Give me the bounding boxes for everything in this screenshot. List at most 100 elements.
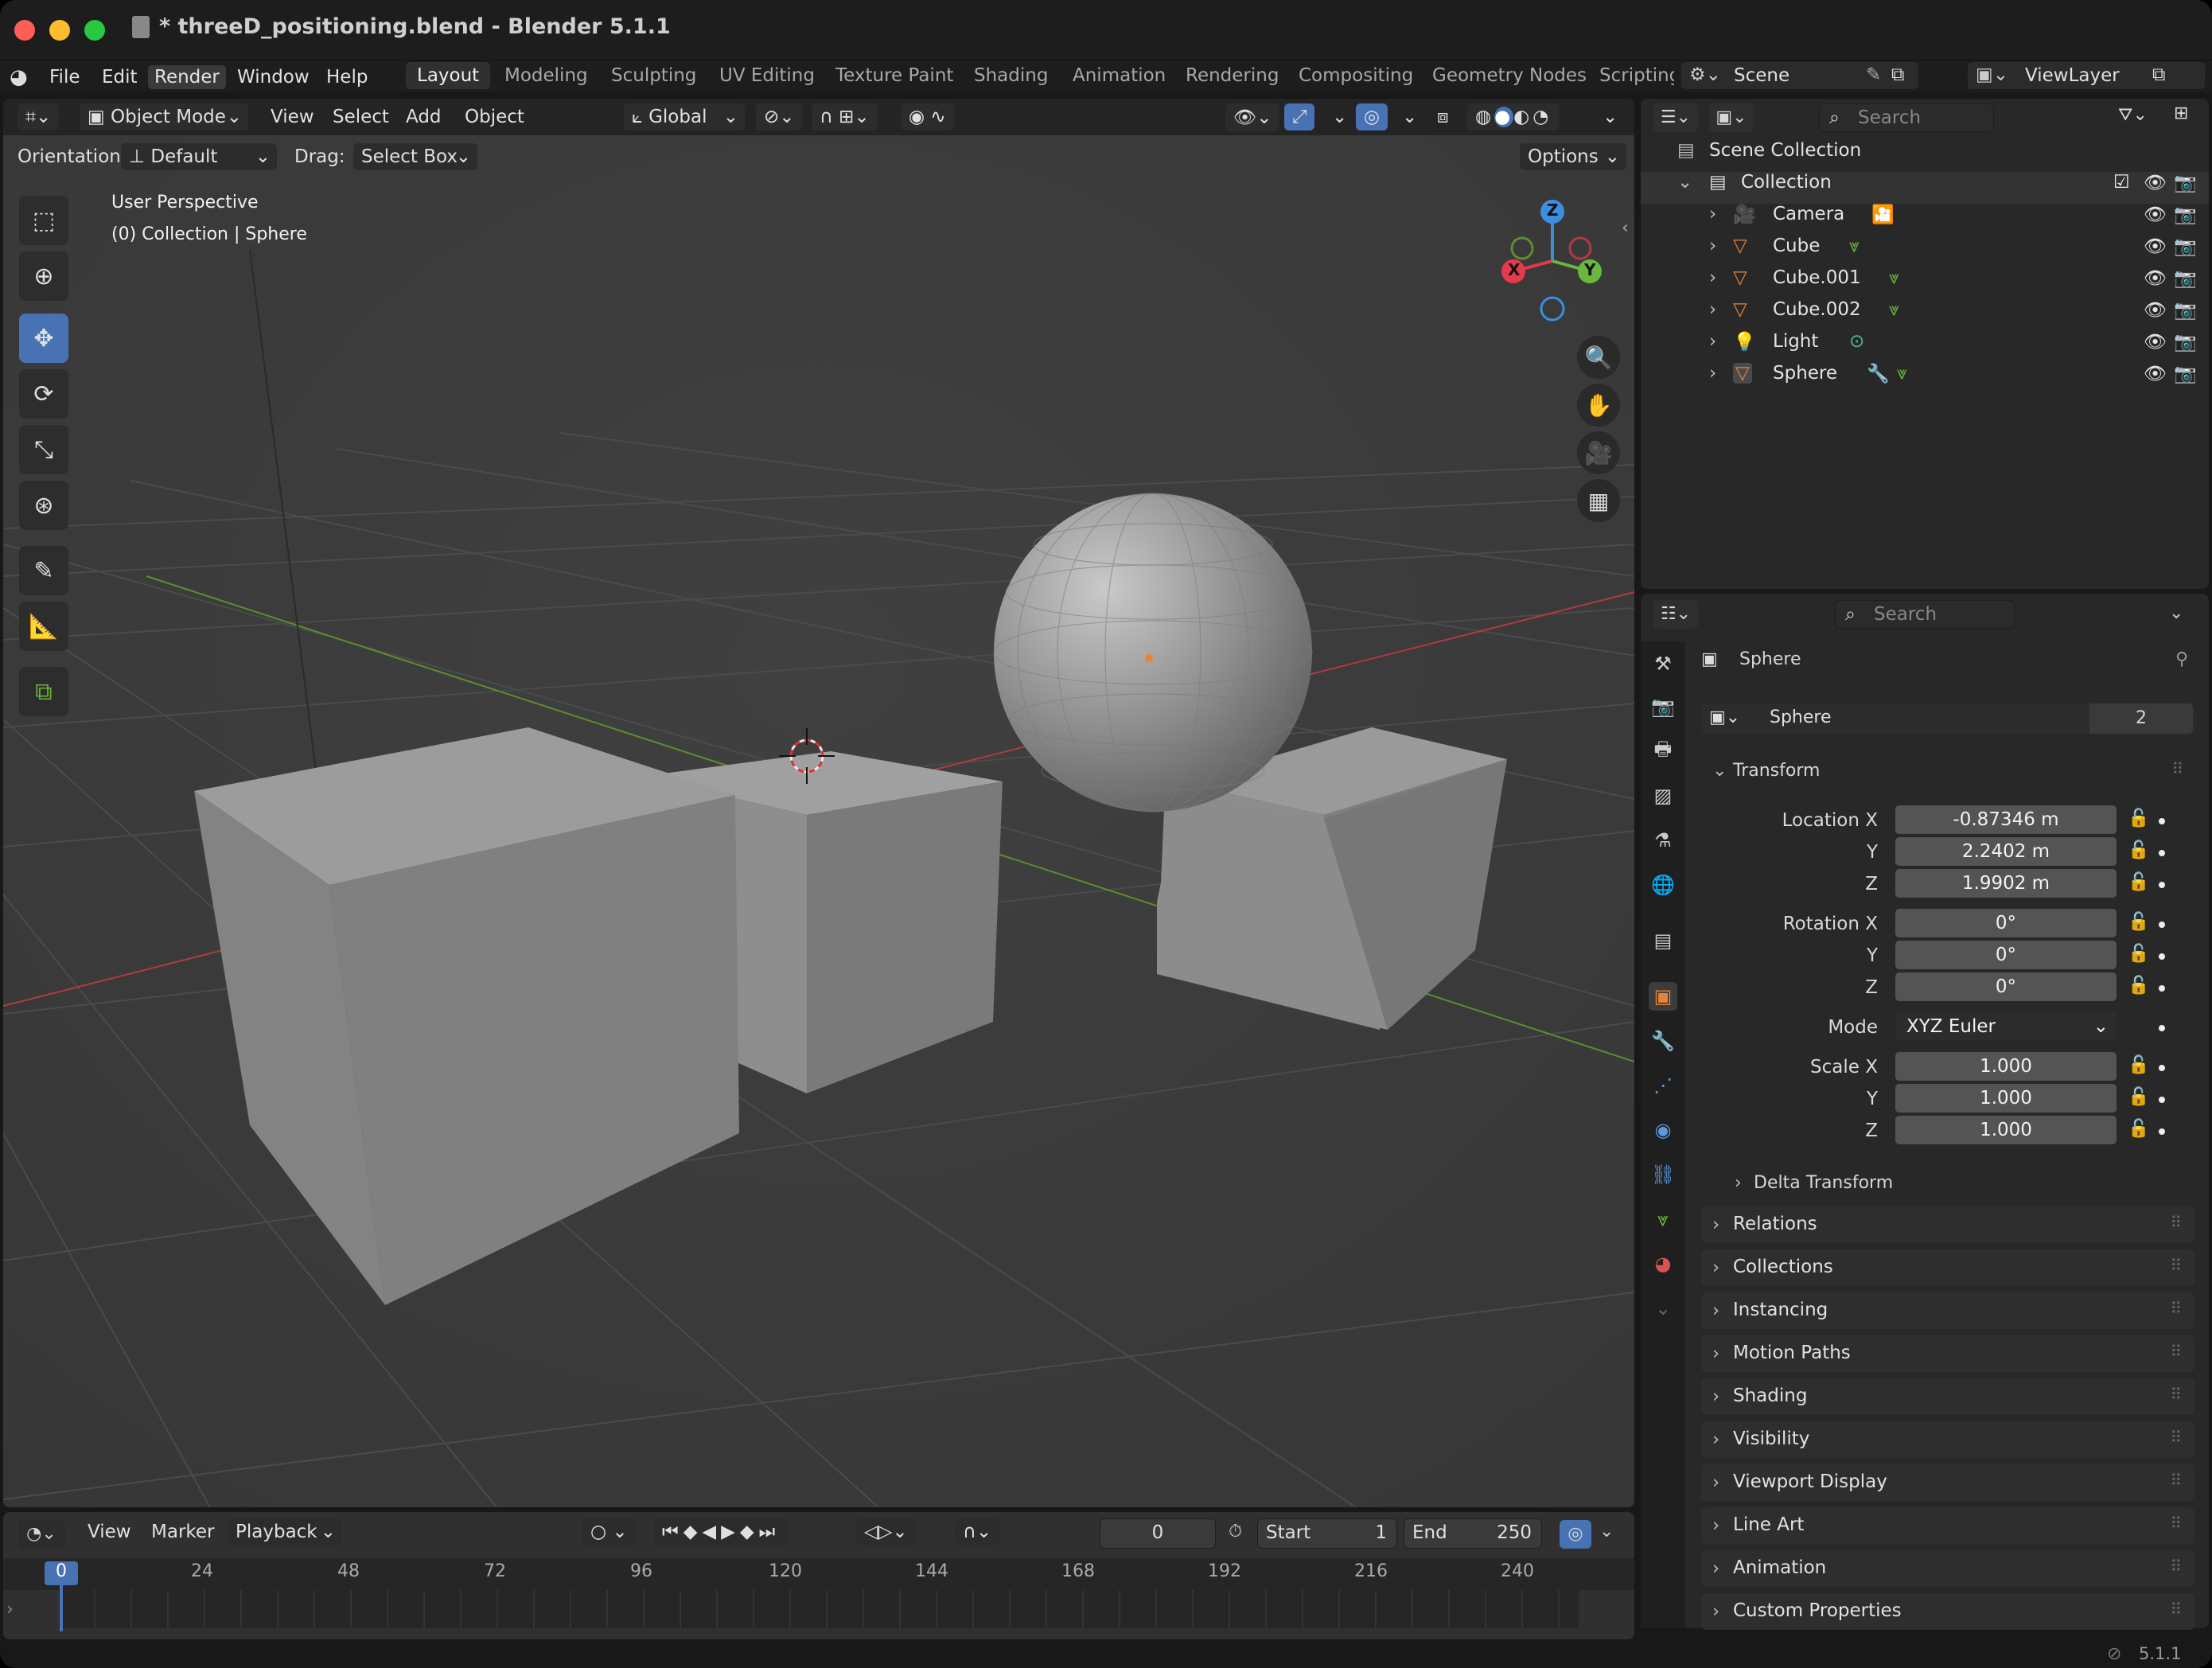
- menu-add[interactable]: Add: [398, 103, 450, 131]
- outliner-row-camera[interactable]: › 🎥 Camera 🎦 👁 📷: [1641, 204, 2209, 236]
- transform-tool[interactable]: ⊛: [19, 481, 68, 530]
- play-icon[interactable]: ▶: [721, 1522, 740, 1542]
- overlays-dropdown[interactable]: ⌄: [1394, 103, 1425, 131]
- mesh-data-icon[interactable]: ⩔: [1897, 363, 1907, 384]
- menu-render[interactable]: Render: [148, 65, 226, 89]
- solid-icon[interactable]: ●: [1494, 107, 1514, 127]
- eye-icon[interactable]: 👁: [2144, 172, 2167, 193]
- lock-icon[interactable]: 🔓: [2128, 840, 2149, 860]
- close-window-button[interactable]: [14, 20, 35, 41]
- lock-icon[interactable]: 🔓: [2128, 1087, 2149, 1107]
- tab-compositing[interactable]: Compositing: [1287, 62, 1424, 89]
- panel-collections[interactable]: › Collections ⠿: [1701, 1249, 2194, 1286]
- rendered-icon[interactable]: ◔: [1532, 107, 1552, 127]
- lock-icon[interactable]: 🔓: [2128, 944, 2149, 964]
- render-camera-icon[interactable]: 📷: [2174, 204, 2197, 225]
- outliner-editor-type[interactable]: ☰⌄: [1653, 103, 1698, 132]
- zoom-window-button[interactable]: [84, 20, 105, 41]
- render-camera-icon[interactable]: 📷: [2174, 172, 2197, 193]
- location-y-field[interactable]: 2.2402 m: [1895, 837, 2117, 866]
- chevron-right-icon[interactable]: ›: [1709, 299, 1716, 320]
- drag-handle-icon[interactable]: ⠿: [2170, 1471, 2183, 1490]
- transform-orientation-dropdown[interactable]: ⟀ Global ⌄: [624, 103, 745, 131]
- keyframe-dot[interactable]: [2159, 1065, 2165, 1071]
- tab-sculpting[interactable]: Sculpting: [600, 62, 707, 89]
- chevron-right-icon[interactable]: ›: [1709, 267, 1716, 288]
- timeline-track-area[interactable]: [57, 1590, 1579, 1628]
- start-frame-field[interactable]: Start 1: [1257, 1518, 1397, 1549]
- modifier-wrench-icon[interactable]: 🔧: [1867, 363, 1890, 384]
- panel-motion-paths[interactable]: › Motion Paths ⠿: [1701, 1335, 2194, 1372]
- annotate-tool[interactable]: ✎: [19, 546, 68, 595]
- outliner-row-sphere[interactable]: › ▽ Sphere 🔧 ⩔ 👁 📷: [1641, 363, 2209, 395]
- play-reverse-icon[interactable]: ◀: [702, 1522, 721, 1542]
- overlays-toggle[interactable]: ◎: [1356, 103, 1388, 131]
- playback-controls[interactable]: ⏮◆◀▶◆⏭: [654, 1518, 789, 1545]
- editor-type-button[interactable]: ⌗⌄: [18, 103, 60, 131]
- outliner-row-light[interactable]: › 💡 Light ⊙ 👁 📷: [1641, 331, 2209, 363]
- object-selector-icon[interactable]: ▣⌄: [1709, 707, 1740, 727]
- mesh-data-icon[interactable]: ⩔: [1889, 267, 1899, 288]
- tab-view-layer[interactable]: ▨: [1649, 781, 1677, 810]
- keyframe-dot[interactable]: [2159, 1128, 2165, 1135]
- panel-viewport-display[interactable]: › Viewport Display ⠿: [1701, 1464, 2194, 1501]
- eye-icon[interactable]: 👁: [2144, 236, 2167, 257]
- auto-keying-button[interactable]: ○ ⌄: [582, 1518, 636, 1545]
- view-layer-selector[interactable]: ▣⌄ ViewLayer ⧉: [1967, 61, 2206, 90]
- cursor-tool[interactable]: ⊕: [19, 251, 68, 301]
- gizmo-dropdown[interactable]: ⌄: [1324, 103, 1355, 131]
- lock-icon[interactable]: 🔓: [2128, 1119, 2149, 1139]
- tab-particles[interactable]: ⋰: [1649, 1071, 1677, 1100]
- shading-dropdown[interactable]: ⌄: [1595, 103, 1626, 131]
- chevron-right-icon[interactable]: ›: [1709, 236, 1716, 256]
- outliner-row-cube-001[interactable]: › ▽ Cube.001 ⩔ 👁 📷: [1641, 267, 2209, 299]
- jump-start-icon[interactable]: ⏮: [662, 1522, 683, 1542]
- tab-modeling[interactable]: Modeling: [493, 62, 599, 89]
- lock-icon[interactable]: 🔓: [2128, 976, 2149, 996]
- perspective-toggle-button[interactable]: ▦: [1577, 479, 1620, 522]
- new-scene-icon[interactable]: ⧉: [1891, 64, 1904, 85]
- timeline-menu-playback[interactable]: Playback ⌄: [228, 1518, 342, 1545]
- drag-handle-icon[interactable]: ⠿: [2170, 1342, 2183, 1361]
- tab-material[interactable]: ◕: [1649, 1249, 1677, 1278]
- tab-tool[interactable]: ⚒: [1649, 649, 1677, 678]
- panel-animation[interactable]: › Animation ⠿: [1701, 1550, 2194, 1587]
- panel-visibility[interactable]: › Visibility ⠿: [1701, 1421, 2194, 1458]
- wireframe-icon[interactable]: ◍: [1475, 107, 1494, 127]
- stopwatch-icon[interactable]: ⏱: [1229, 1522, 1242, 1541]
- delta-transform-subpanel[interactable]: › Delta Transform: [1728, 1168, 2190, 1200]
- tab-render[interactable]: 📷: [1649, 692, 1677, 721]
- tab-animation[interactable]: Animation: [1061, 62, 1177, 89]
- scale-y-field[interactable]: 1.000: [1895, 1084, 2117, 1113]
- chevron-right-icon[interactable]: ›: [6, 1600, 14, 1619]
- move-tool[interactable]: ✥: [19, 314, 68, 363]
- outliner-row-cube-002[interactable]: › ▽ Cube.002 ⩔ 👁 📷: [1641, 299, 2209, 331]
- proportional-edit-button[interactable]: ◉ ∿: [901, 103, 954, 131]
- add-cube-tool[interactable]: ⧉: [19, 667, 68, 716]
- pan-view-button[interactable]: ✋: [1577, 384, 1620, 427]
- tab-shading[interactable]: Shading: [963, 62, 1059, 89]
- display-mode-button[interactable]: ▣⌄: [1709, 103, 1754, 132]
- tab-constraints[interactable]: ⛓: [1649, 1160, 1677, 1189]
- timeline-menu-marker[interactable]: Marker: [143, 1518, 223, 1545]
- tab-object[interactable]: ▣: [1649, 982, 1677, 1011]
- options-dropdown[interactable]: Options ⌄: [1520, 143, 1626, 170]
- tab-geometry-nodes[interactable]: Geometry Nodes: [1421, 62, 1598, 89]
- light-data-icon[interactable]: ⊙: [1849, 331, 1864, 352]
- properties-editor-type[interactable]: ☷⌄: [1653, 600, 1698, 629]
- object-name-field[interactable]: Sphere: [1770, 707, 1832, 727]
- chevron-down-icon[interactable]: ⌄: [1599, 1522, 1614, 1541]
- sidebar-toggle-icon[interactable]: ‹: [1622, 218, 1629, 238]
- rotation-y-field[interactable]: 0°: [1895, 941, 2117, 969]
- tab-modifiers[interactable]: 🔧: [1649, 1027, 1677, 1055]
- current-frame-field[interactable]: 0: [1100, 1518, 1216, 1549]
- tab-output[interactable]: 🖶: [1649, 737, 1677, 766]
- outliner-row-scene-collection[interactable]: ▤ Scene Collection: [1641, 140, 2209, 172]
- rotation-x-field[interactable]: 0°: [1895, 909, 2117, 937]
- render-camera-icon[interactable]: 📷: [2174, 267, 2197, 289]
- eye-icon[interactable]: 👁: [2144, 204, 2167, 225]
- chevron-right-icon[interactable]: ›: [1709, 331, 1716, 352]
- camera-view-button[interactable]: 🎥: [1577, 431, 1620, 474]
- scene-selector[interactable]: ⚙⌄ Scene ✎ ⧉: [1680, 61, 1919, 90]
- user-count[interactable]: 2: [2089, 703, 2193, 734]
